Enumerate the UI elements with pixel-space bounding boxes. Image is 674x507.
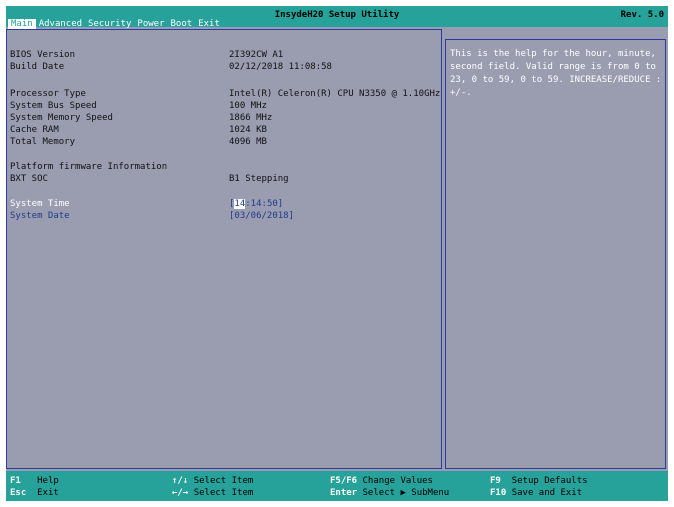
system-date-label: System Date: [10, 211, 70, 221]
row-label: System Memory Speed: [10, 113, 113, 123]
key-left-right: ←/→: [172, 488, 189, 498]
system-time-label: System Time: [10, 199, 70, 209]
key-hint-setup-defaults: F9 Setup Defaults: [490, 475, 588, 487]
key-f5-f6: F5/F6: [330, 476, 358, 486]
key-hint-help: F1 Help: [10, 475, 59, 487]
row-value: 2I392CW A1: [229, 50, 284, 60]
row-label: Build Date: [10, 62, 65, 72]
row-value: 1024 KB: [229, 125, 267, 135]
tab-main[interactable]: Main: [8, 19, 36, 29]
row-value: B1 Stepping: [229, 174, 289, 184]
key-legend-bar: F1 Help Esc Exit ↑/↓ Select Item ←/→ Sel…: [6, 471, 668, 501]
help-text: This is the help for the hour, minute, s…: [450, 49, 667, 98]
row-value: 100 MHz: [229, 101, 267, 111]
time-hour-cursor[interactable]: 14: [234, 199, 246, 209]
help-pane: This is the help for the hour, minute, s…: [445, 39, 666, 469]
key-desc: Help: [37, 476, 59, 486]
key-esc: Esc: [10, 488, 27, 498]
key-hint-exit: Esc Exit: [10, 487, 59, 499]
key-hint-submenu: Enter Select ▶ SubMenu: [330, 487, 449, 499]
key-f1: F1: [10, 476, 21, 486]
row-value: 1866 MHz: [229, 113, 273, 123]
key-enter: Enter: [330, 488, 358, 498]
info-row-bios-version: BIOS Version 2I392CW A1: [10, 49, 440, 61]
row-label: System Bus Speed: [10, 101, 97, 111]
info-row-build-date: Build Date 02/12/2018 11:08:58: [10, 61, 440, 73]
menu-bar: Main Advanced Security Power Boot Exit: [8, 19, 223, 29]
tab-power[interactable]: Power: [134, 19, 167, 29]
system-date-field[interactable]: System Date [03/06/2018]: [10, 210, 440, 222]
key-hint-change-values: F5/F6 Change Values: [330, 475, 433, 487]
info-row-total-memory: Total Memory 4096 MB: [10, 136, 440, 148]
info-row-processor-type: Processor Type Intel(R) Celeron(R) CPU N…: [10, 88, 440, 100]
key-up-down: ↑/↓: [172, 476, 189, 486]
row-value: Intel(R) Celeron(R) CPU N3350 @ 1.10GHz: [229, 89, 441, 99]
row-label: BIOS Version: [10, 50, 76, 60]
key-desc: Select ▶ SubMenu: [362, 488, 450, 498]
system-date-value[interactable]: [03/06/2018]: [229, 210, 294, 222]
tab-boot[interactable]: Boot: [168, 19, 196, 29]
key-desc: Select Item: [193, 488, 254, 498]
key-desc: Select Item: [193, 476, 254, 486]
section-header-platform-firmware: Platform firmware Information: [10, 162, 168, 172]
settings-pane: BIOS Version 2I392CW A1 Build Date 02/12…: [6, 29, 442, 469]
tab-advanced[interactable]: Advanced: [36, 19, 85, 29]
time-rest: :14:50]: [245, 199, 284, 209]
tab-exit[interactable]: Exit: [195, 19, 223, 29]
system-time-field[interactable]: System Time [14:14:50]: [10, 198, 440, 210]
bios-screen: InsydeH20 Setup Utility Rev. 5.0 Main Ad…: [6, 6, 668, 501]
info-row-bxt-soc: BXT SOC B1 Stepping: [10, 173, 440, 185]
info-row-bus-speed: System Bus Speed 100 MHz: [10, 100, 440, 112]
key-hint-select-item-vertical: ↑/↓ Select Item: [172, 475, 253, 487]
row-label: Processor Type: [10, 89, 86, 99]
key-desc: Change Values: [362, 476, 433, 486]
revision-label: Rev. 5.0: [620, 10, 664, 20]
key-desc: Setup Defaults: [511, 476, 588, 486]
tab-security[interactable]: Security: [85, 19, 134, 29]
key-hint-select-item-horizontal: ←/→ Select Item: [172, 487, 253, 499]
system-time-value[interactable]: [14:14:50]: [229, 198, 283, 210]
info-row-memory-speed: System Memory Speed 1866 MHz: [10, 112, 440, 124]
row-label: Total Memory: [10, 137, 76, 147]
key-desc: Exit: [37, 488, 59, 498]
title-bar: InsydeH20 Setup Utility Rev. 5.0 Main Ad…: [6, 6, 668, 29]
row-value: 02/12/2018 11:08:58: [229, 62, 332, 72]
row-label: BXT SOC: [10, 174, 48, 184]
info-row-cache-ram: Cache RAM 1024 KB: [10, 124, 440, 136]
key-f9: F9: [490, 476, 501, 486]
key-desc: Save and Exit: [511, 488, 583, 498]
key-hint-save-exit: F10 Save and Exit: [490, 487, 582, 499]
key-f10: F10: [490, 488, 507, 498]
row-value: 4096 MB: [229, 137, 267, 147]
row-label: Cache RAM: [10, 125, 59, 135]
